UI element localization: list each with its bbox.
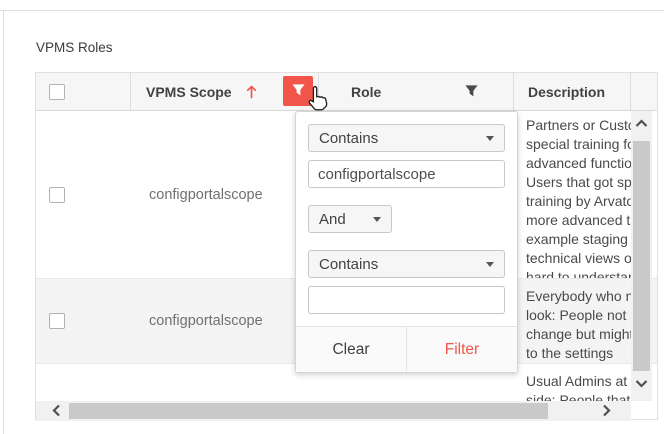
select-all-checkbox[interactable] (49, 84, 65, 100)
row-select-checkbox[interactable] (49, 187, 65, 203)
description-line: Partners or Custome (526, 116, 631, 135)
filter-value2-input[interactable] (308, 286, 505, 314)
chevron-down-icon (486, 136, 494, 141)
chevron-down-icon (486, 262, 494, 267)
filter-operator2-value: Contains (319, 256, 378, 273)
horizontal-scrollbar[interactable] (36, 401, 631, 421)
chevron-down-icon (373, 217, 381, 222)
sort-asc-icon (246, 84, 257, 99)
filter-logic-dropdown[interactable]: And (308, 205, 392, 233)
vertical-scroll-thumb[interactable] (633, 141, 650, 371)
vpms-scope-header-label: VPMS Scope (146, 84, 232, 100)
description-line: look: People not allo (526, 306, 631, 325)
row-select-cell (36, 111, 131, 278)
header-cell-vpms-scope[interactable]: VPMS Scope (131, 73, 319, 110)
vertical-scrollbar[interactable] (631, 111, 652, 401)
scroll-right-icon[interactable] (602, 404, 611, 422)
panel-left-border (3, 10, 4, 434)
header-cell-select (36, 73, 131, 110)
scope-cell (131, 364, 319, 401)
description-line: to the settings (526, 344, 631, 363)
description-line: technical views of c (526, 249, 631, 268)
funnel-icon (291, 83, 306, 100)
description-line: Users that got speci (526, 173, 631, 192)
filter-operator1-dropdown[interactable]: Contains (308, 124, 505, 152)
description-line: advanced functiona (526, 154, 631, 173)
filter-popup-footer: Clear Filter (296, 326, 517, 372)
grid-header: VPMS Scope Role Description (36, 73, 657, 111)
filter-menu-popup: Contains And Contains Clear Filter (295, 111, 518, 373)
description-line: training by Arvato c (526, 192, 631, 211)
scope-filter-button-active[interactable] (283, 76, 313, 106)
description-header-label: Description (528, 84, 605, 100)
description-cell: Partners or Custome special training for… (515, 111, 631, 278)
role-filter-icon[interactable] (464, 84, 479, 101)
description-cell: Usual Admins at cus side: People that ca (515, 364, 631, 401)
header-cell-spacer (631, 73, 657, 110)
filter-value1-input[interactable] (308, 160, 505, 188)
description-line: more advanced task (526, 211, 631, 230)
scope-cell: configportalscope (131, 111, 319, 278)
description-line: side: People that ca (526, 391, 631, 401)
clear-button[interactable]: Clear (296, 327, 406, 372)
horizontal-scroll-thumb[interactable] (69, 403, 548, 419)
scroll-left-icon[interactable] (52, 404, 61, 422)
filter-logic-value: And (319, 211, 346, 228)
row-select-checkbox[interactable] (49, 313, 65, 329)
header-cell-description[interactable]: Description (514, 73, 631, 110)
scope-cell: configportalscope (131, 279, 319, 363)
header-cell-role[interactable]: Role (319, 73, 514, 110)
scroll-up-icon[interactable] (635, 115, 648, 133)
description-line: change but might g (526, 325, 631, 344)
page-title: VPMS Roles (36, 40, 113, 55)
description-line: special training for (526, 135, 631, 154)
panel-top-border (0, 10, 664, 11)
description-line: hard to understand. (526, 268, 631, 278)
description-line: Everybody who nee (526, 287, 631, 306)
filter-button[interactable]: Filter (406, 327, 517, 372)
filter-operator2-dropdown[interactable]: Contains (308, 250, 505, 278)
role-header-label: Role (351, 84, 381, 100)
description-line: Usual Admins at cus (526, 372, 631, 391)
description-cell: Everybody who nee look: People not allo … (515, 279, 631, 363)
row-select-cell (36, 279, 131, 363)
filter-operator1-value: Contains (319, 130, 378, 147)
description-line: example staging of (526, 230, 631, 249)
scroll-down-icon[interactable] (635, 375, 648, 393)
row-select-cell (36, 364, 131, 401)
